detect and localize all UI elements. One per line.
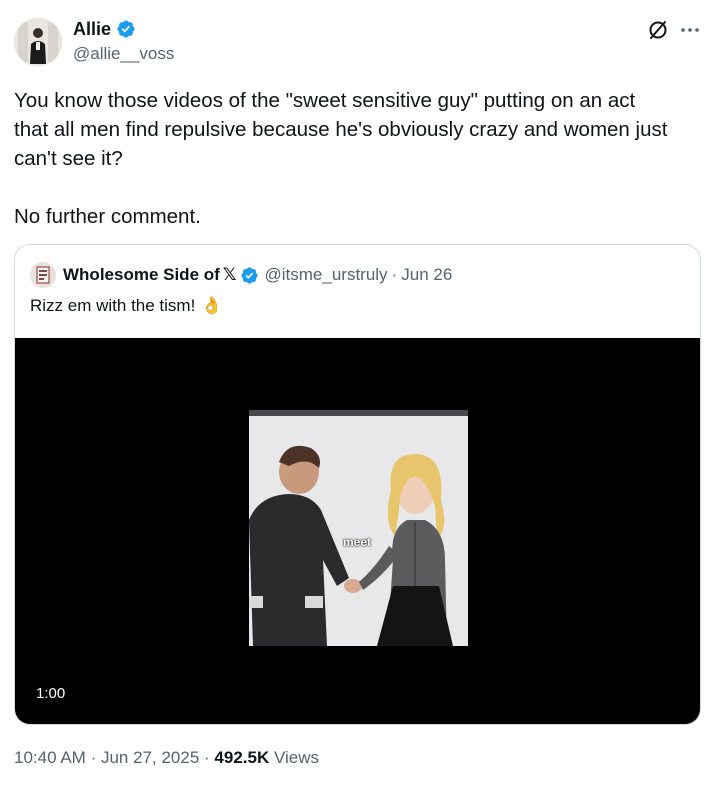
quoted-author-avatar[interactable]: [30, 262, 56, 288]
tweet-text-blank-line: [14, 173, 704, 202]
tweet-text-line: You know those videos of the "sweet sens…: [14, 89, 636, 112]
author-handle[interactable]: @allie__voss: [73, 43, 174, 65]
more-dots-icon[interactable]: [678, 18, 702, 42]
grok-icon[interactable]: [646, 18, 670, 42]
quoted-tweet-text-content: Rizz em with the tism!: [30, 296, 196, 315]
tweet-date[interactable]: Jun 27, 2025: [101, 748, 199, 767]
video-scene-illustration: [249, 416, 468, 646]
verified-badge-icon: [117, 20, 135, 38]
tweet-time[interactable]: 10:40 AM: [14, 748, 86, 767]
quoted-author-name[interactable]: Wholesome Side of: [63, 265, 220, 285]
video-duration-badge: 1:00: [28, 681, 74, 707]
tweet-text-line: that all men find repulsive because he's…: [14, 118, 668, 141]
x-logo-icon: 𝕏: [222, 265, 237, 284]
quoted-tweet-text: Rizz em with the tism! 👌: [30, 295, 222, 317]
quoted-tweet-card[interactable]: Wholesome Side of 𝕏 @itsme_urstruly · Ju…: [14, 244, 701, 725]
tweet: Allie @allie__voss You know those videos…: [0, 0, 716, 785]
author-name[interactable]: Allie: [73, 18, 136, 40]
quoted-tweet-date[interactable]: Jun 26: [401, 265, 452, 285]
tweet-text-line: No further comment.: [14, 205, 201, 228]
video-caption: meet: [343, 535, 372, 549]
tweet-meta: 10:40 AM · Jun 27, 2025 · 492.5K Views: [14, 747, 319, 769]
video-player[interactable]: meet 1:00: [15, 338, 700, 724]
author-name-text[interactable]: Allie: [73, 18, 111, 40]
separator-dot: ·: [204, 748, 210, 767]
views-count[interactable]: 492.5K: [214, 748, 269, 767]
quoted-tweet-header: Wholesome Side of 𝕏 @itsme_urstruly · Ju…: [63, 262, 452, 288]
tweet-text-line: can't see it?: [14, 147, 123, 170]
views-label: Views: [273, 748, 320, 767]
author-avatar[interactable]: [14, 18, 62, 66]
video-thumbnail[interactable]: meet: [249, 410, 468, 646]
quoted-author-handle[interactable]: @itsme_urstruly: [265, 265, 388, 285]
separator-dot: ·: [391, 265, 398, 284]
verified-badge-icon: [240, 266, 258, 284]
ok-hand-emoji-icon: 👌: [201, 296, 223, 315]
separator-dot: ·: [90, 748, 97, 767]
tweet-text: You know those videos of the "sweet sens…: [14, 86, 704, 231]
